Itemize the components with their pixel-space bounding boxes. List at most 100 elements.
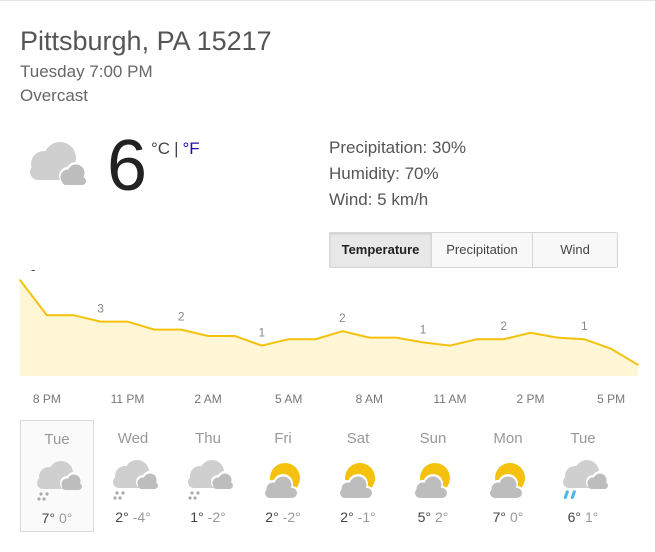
unit-toggle: °C | °F: [151, 139, 200, 159]
forecast-day[interactable]: Sat 2° -1°: [321, 420, 395, 532]
forecast-low: 0°: [59, 510, 73, 526]
chart-point: [476, 338, 478, 340]
chart-point: [556, 336, 559, 339]
forecast-low: 1°: [585, 509, 599, 525]
forecast-high: 6°: [567, 509, 581, 525]
partly-cloudy-icon: [255, 458, 311, 502]
cloud-snow-icon: [105, 458, 161, 502]
chart-point: [153, 328, 156, 331]
forecast-day-name: Thu: [195, 430, 221, 447]
forecast-temps: 7° 0°: [471, 509, 545, 525]
chart-tick-label: 5 AM: [275, 392, 303, 406]
partly-cloudy-icon: [405, 458, 461, 502]
tab-precipitation[interactable]: Precipitation: [431, 233, 532, 267]
unit-celsius[interactable]: °C: [151, 139, 170, 158]
chart-data-label: 2: [339, 311, 346, 325]
forecast-low: -4°: [132, 509, 151, 525]
forecast-high: 7°: [41, 510, 55, 526]
forecast-day[interactable]: Wed 2° -4°: [96, 420, 170, 532]
unit-fahrenheit[interactable]: °F: [183, 139, 200, 158]
forecast-day[interactable]: Tue 6° 1°: [546, 420, 620, 532]
chart-point: [422, 341, 424, 344]
top-divider: [0, 0, 655, 1]
unit-separator: |: [174, 139, 179, 158]
forecast-high: 2°: [340, 509, 354, 525]
chart-tick-label: 2 PM: [516, 392, 545, 406]
chart-tick-label: 11 AM: [433, 392, 467, 406]
chart-tick-label: 8 PM: [32, 392, 61, 406]
chart-point: [99, 320, 102, 323]
forecast-temps: 2° -1°: [321, 509, 395, 525]
weather-details: Precipitation: 30% Humidity: 70% Wind: 5…: [329, 135, 466, 213]
forecast-temps: 5° 2°: [396, 509, 470, 525]
forecast-low: -1°: [357, 509, 376, 525]
forecast-day[interactable]: Fri 2° -2°: [246, 420, 320, 532]
chart-tick-label: 8 AM: [355, 392, 383, 406]
cloud-rain-icon: [555, 458, 611, 502]
cloud-snow-icon: [29, 459, 85, 503]
forecast-high: 1°: [190, 509, 204, 525]
location-title: Pittsburgh, PA 15217: [20, 26, 272, 56]
chart-tick-label: 11 PM: [110, 392, 145, 406]
chart-point: [46, 314, 48, 316]
forecast-day[interactable]: Mon 7° 0°: [471, 420, 545, 532]
forecast-day[interactable]: Thu 1° -2°: [171, 420, 245, 532]
chart-point: [449, 344, 451, 347]
forecast-day-name: Fri: [274, 430, 292, 447]
chart-point: [314, 338, 317, 340]
chart-data-label: 2: [500, 319, 507, 333]
partly-cloudy-icon: [330, 458, 386, 502]
partly-cloudy-icon: [480, 458, 536, 502]
forecast-temps: 6° 1°: [546, 509, 620, 525]
forecast-day-name: Tue: [570, 430, 596, 447]
chart-point: [395, 336, 398, 339]
current-datetime: Tuesday 7:00 PM: [20, 62, 153, 81]
chart-point: [19, 279, 21, 281]
chart-data-label: 3: [97, 302, 104, 316]
tab-temperature[interactable]: Temperature: [330, 233, 431, 267]
forecast-low: 2°: [435, 509, 449, 525]
chart-data-label: 6: [30, 270, 37, 274]
chart-point: [234, 335, 236, 337]
forecast-high: 7°: [492, 509, 506, 525]
precipitation-text: Precipitation: 30%: [329, 138, 467, 157]
chart-point: [180, 328, 182, 331]
chart-point: [341, 330, 344, 332]
chart-point: [126, 320, 129, 323]
chart-point: [529, 332, 532, 334]
forecast-day-name: Sat: [346, 430, 370, 447]
forecast-day[interactable]: Sun 5° 2°: [396, 420, 470, 532]
forecast-temps: 1° -2°: [171, 509, 245, 525]
cloud-icon: [30, 142, 86, 185]
chart-point: [637, 364, 639, 366]
chart-point: [72, 314, 75, 316]
humidity-text: Humidity: 70%: [329, 164, 439, 183]
chart-tabs: Temperature Precipitation Wind: [329, 232, 618, 268]
chart-point: [583, 338, 586, 340]
chart-tick-label: 5 PM: [597, 392, 626, 406]
forecast-low: -2°: [282, 509, 301, 525]
chart-point: [368, 336, 371, 339]
tab-wind[interactable]: Wind: [532, 233, 617, 267]
chart-data-label: 1: [258, 326, 265, 340]
forecast-low: -2°: [207, 509, 226, 525]
forecast-day-name: Mon: [493, 430, 523, 447]
wind-text: Wind: 5 km/h: [329, 190, 429, 209]
forecast-day-name: Tue: [44, 431, 70, 448]
forecast-day-name: Sun: [419, 430, 447, 447]
chart-point: [610, 348, 612, 350]
chart-point: [287, 338, 290, 340]
chart-point: [207, 335, 209, 337]
cloud-snow-icon: [180, 458, 236, 502]
chart-point: [261, 344, 263, 347]
current-condition: Overcast: [20, 86, 89, 105]
chart-data-label: 1: [581, 319, 588, 333]
forecast-low: 0°: [510, 509, 524, 525]
chart-tick-label: 2 AM: [194, 392, 222, 406]
temperature-chart: 6 3 2 1 2 1 2 1: [19, 270, 639, 376]
chart-point: [502, 338, 505, 340]
forecast-day[interactable]: Tue 7° 0°: [20, 420, 94, 532]
forecast-high: 2°: [265, 509, 279, 525]
forecast-temps: 2° -2°: [246, 509, 320, 525]
forecast-temps: 2° -4°: [96, 509, 170, 525]
